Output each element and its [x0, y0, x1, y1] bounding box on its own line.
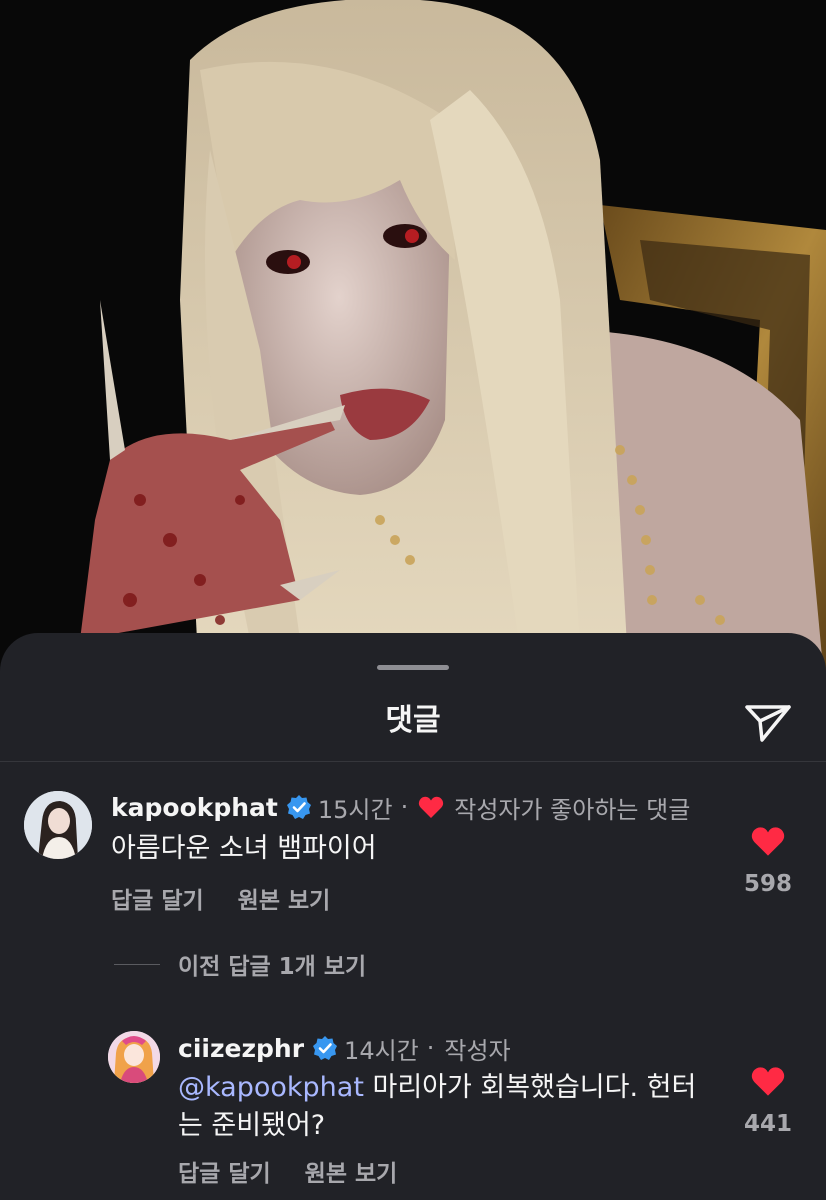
mention-link[interactable]: @kapookphat: [178, 1072, 364, 1103]
comments-sheet: 댓글 kapookphat 15시간 · 작성자가 좋아하는 댓글 아름다운 소…: [0, 633, 826, 1200]
author-liked-badge: 작성자가 좋아하는 댓글: [454, 795, 691, 824]
reply-actions: 답글 달기 원본 보기: [178, 1154, 397, 1188]
comment-meta: kapookphat 15시간 · 작성자가 좋아하는 댓글: [111, 790, 690, 824]
reply-text: @kapookphat 마리아가 회복했습니다. 헌터 는 준비됐어?: [178, 1069, 698, 1145]
like-count: 598: [743, 871, 792, 897]
view-previous-replies-label: 이전 답글 1개 보기: [178, 954, 367, 980]
sheet-grabber[interactable]: [377, 665, 449, 670]
reply-meta: ciizezphr 14시간 · 작성자: [178, 1031, 511, 1065]
meta-separator: ·: [426, 1034, 435, 1062]
reply-text-line-2: 는 준비됐어?: [178, 1110, 326, 1141]
paper-plane-icon: [745, 705, 791, 742]
comment-actions: 답글 달기 원본 보기: [111, 881, 330, 915]
like-button[interactable]: 441: [738, 1065, 798, 1137]
share-button[interactable]: [742, 697, 794, 749]
username[interactable]: kapookphat: [111, 793, 278, 822]
reply-text-part: 마리아가 회복했습니다. 헌터: [363, 1072, 697, 1103]
post-photo: [0, 0, 826, 700]
avatar[interactable]: [108, 1031, 160, 1083]
sheet-divider: [0, 761, 826, 762]
sheet-title: 댓글: [385, 703, 441, 738]
reply-text-line-1: @kapookphat 마리아가 회복했습니다. 헌터: [178, 1069, 698, 1107]
view-previous-replies[interactable]: 이전 답글 1개 보기: [114, 947, 366, 981]
comment-text: 아름다운 소녀 뱀파이어: [111, 833, 377, 864]
verified-badge-icon: [286, 795, 311, 819]
meta-separator: ·: [400, 793, 409, 821]
username[interactable]: ciizezphr: [178, 1034, 304, 1063]
avatar[interactable]: [24, 791, 92, 859]
heart-icon: [419, 796, 444, 818]
heart-filled-icon[interactable]: [750, 825, 786, 857]
author-badge: 작성자: [444, 1036, 511, 1065]
view-original-button[interactable]: 원본 보기: [238, 881, 331, 915]
like-count: 441: [743, 1111, 792, 1137]
comment-time: 15시간: [317, 795, 393, 824]
reply-button[interactable]: 답글 달기: [178, 1154, 271, 1188]
view-original-button[interactable]: 원본 보기: [305, 1154, 398, 1188]
heart-filled-icon[interactable]: [750, 1065, 786, 1097]
reply-time: 14시간: [344, 1036, 419, 1065]
verified-badge-icon: [313, 1036, 338, 1060]
thread-line: [114, 963, 160, 965]
like-button[interactable]: 598: [738, 825, 798, 897]
reply-button[interactable]: 답글 달기: [111, 881, 204, 915]
